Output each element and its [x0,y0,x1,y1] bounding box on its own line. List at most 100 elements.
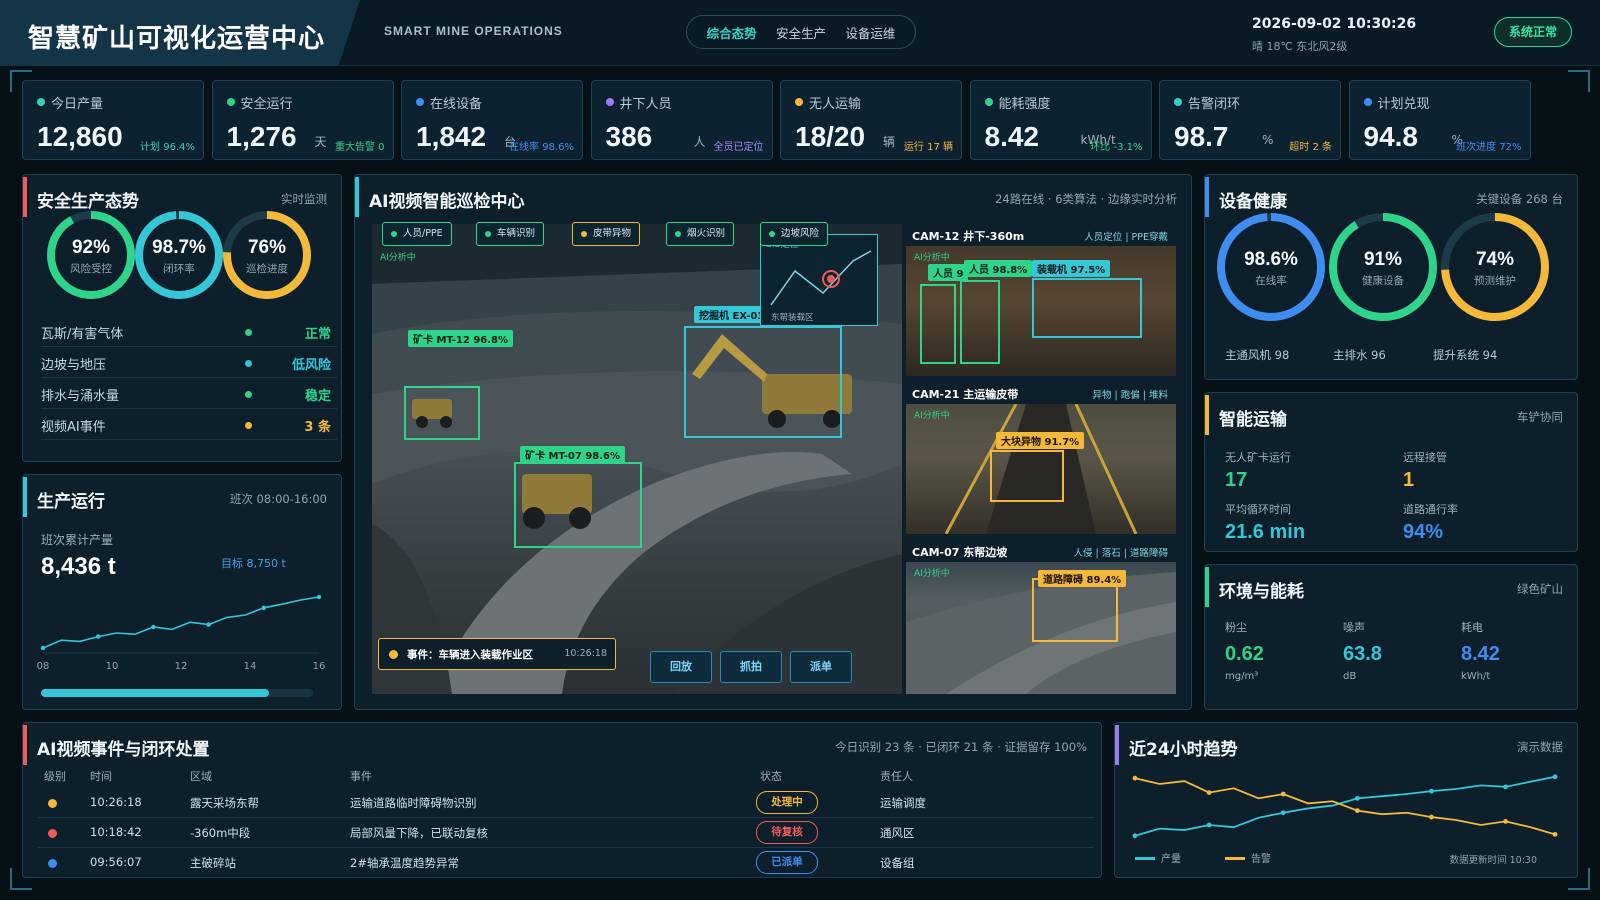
panel-note: 演示数据 [1517,740,1563,754]
kpi-card[interactable]: 计划兑现 94.8% 班次进度 72% [1348,80,1531,160]
status-row: 视频AI事件 3 条 [41,410,337,440]
filter-chip[interactable]: 人员/PPE [382,222,452,246]
legend-label: 产量 [1161,854,1181,865]
detection-tag: 道路障碍 89.4% [1038,570,1127,587]
filter-dot [769,231,775,237]
panel-note: 实时监测 [281,192,327,206]
env-metric-value: 0.62 [1225,643,1264,665]
status-name: 瓦斯/有害气体 [41,327,124,342]
tab-equipment[interactable]: 设备运维 [845,23,895,42]
table-row[interactable]: 09:56:07 主破碎站 2#轴承温度趋势异常 已派单 设备组 [38,848,1094,878]
event-area: -360m中段 [190,826,251,840]
status-row: 排水与涌水量 稳定 [41,379,337,409]
filter-chip[interactable]: 车辆识别 [476,222,545,246]
kpi-card[interactable]: 能耗强度 8.42 kWh/t 环比 -3.1% [969,80,1152,160]
camera-cam21[interactable]: CAM-21 主运输皮带 异物 | 跑偏 | 堆料 大块异物 91.7% AI分… [906,382,1176,534]
system-status-button[interactable]: 系统正常 [1494,17,1572,47]
target-value: 目标 8,750 t [221,557,286,570]
table-header: 事件 [350,770,372,783]
panel-accent [1205,567,1209,607]
alarm-point [1354,808,1360,813]
table-header: 级别 [44,770,66,783]
detection-box [514,462,642,548]
kpi-value: 94.8 [1363,121,1419,152]
replay-button[interactable]: 回放 [650,651,712,683]
table-row[interactable]: 10:26:18 露天采场东帮 运输道路临时障碍物识别 处理中 运输调度 [38,788,1094,818]
trend-panel: 近24小时趋势 演示数据 产量 告警 数据更新时间 10:30 [1114,722,1578,878]
panel-title: 近24小时趋势 [1129,740,1238,760]
metric-value: 17 [1225,469,1248,491]
environment-panel: 环境与能耗 绿色矿山 粉尘 0.62 mg/m³ 噪声 63.8 dB 耗电 8.42 kWh/… [1204,564,1578,710]
filter-chip[interactable]: 烟火识别 [666,222,735,246]
production-point [261,605,266,610]
detection-box [1032,278,1142,338]
detection-box [920,284,956,364]
filter-dot [581,231,587,237]
metric-value: 94% [1403,521,1444,543]
status-badge[interactable]: 待复核 [756,821,818,844]
kpi-label: 今日产量 [51,97,104,112]
cam-note: 异物 | 跑偏 | 堆料 [1092,390,1168,401]
status-row: 瓦斯/有害气体 正常 [41,317,337,347]
frame-corner [1568,70,1590,92]
gis-minimap[interactable]: GIS定位 东帮装载区 [760,234,878,326]
main-camera-view[interactable]: 矿卡 MT-12 96.8% 挖掘机 EX-03 矿卡 MT-07 98.6% … [372,224,902,694]
tab-safety[interactable]: 安全生产 [776,23,826,42]
ring-label: 91% 健康设备 [1335,249,1431,288]
panel-title: 智能运输 [1219,410,1287,430]
legend-label: 告警 [1251,854,1271,865]
kpi-card[interactable]: 今日产量 12,860 计划 96.4% [22,80,204,160]
production-point [40,645,46,651]
legend-swatch [1225,857,1245,860]
kpi-unit: 人 [693,135,706,149]
camera-cam07[interactable]: CAM-07 东帮边坡 人侵 | 落石 | 道路障碍 道路障碍 89.4% AI… [906,540,1176,694]
detection-box [990,450,1064,502]
ring-percent: 98.7% [152,237,206,258]
nav-tabs: 综合态势 安全生产 设备运维 [686,15,916,49]
dispatch-button[interactable]: 派单 [790,651,852,683]
output-point [1354,795,1360,801]
panel-accent [1205,177,1209,217]
ai-status-label: AI分析中 [380,253,416,263]
event-alert[interactable]: 事件：车辆进入装载作业区 10:26:18 [378,638,616,670]
detection-tag: 挖掘机 EX-03 [694,306,770,323]
tab-overview[interactable]: 综合态势 [707,23,757,42]
ring-label: 98.7% 闭环率 [131,237,227,276]
production-trend-chart: 08 10 12 14 16 [37,594,326,672]
ring-caption: 预测维护 [1474,275,1516,287]
filter-chip[interactable]: 皮带异物 [572,222,641,246]
filter-label: 烟火识别 [687,228,726,239]
alarm-point [1132,775,1138,781]
event-desc: 运输道路临时障碍物识别 [350,796,477,810]
cam-note: 人侵 | 落石 | 道路障碍 [1073,548,1168,559]
kpi-value: 12,860 [37,121,123,152]
alarm-point [1206,790,1212,795]
kpi-card[interactable]: 井下人员 386 人全员已定位 [590,80,773,160]
kpi-note: 全员已定位 [713,142,764,153]
status-badge[interactable]: 已派单 [756,851,818,874]
update-time: 数据更新时间 10:30 [1449,855,1537,866]
table-header: 时间 [90,770,112,783]
kpi-card[interactable]: 无人运输 18/20 辆运行 17 辆 [780,80,962,160]
kpi-note: 计划 96.4% [140,142,195,153]
kpi-unit: 辆 [883,135,896,149]
datetime: 2026-09-02 10:30:26 [1252,16,1417,32]
kpi-card[interactable]: 在线设备 1,842 台在线率 98.6% [401,80,583,160]
camera-cam12[interactable]: CAM-12 井下-360m 人员定位 | PPE穿戴 人员 98.8% 装载机… [906,224,1176,376]
kpi-card[interactable]: 告警闭环 98.7% 超时 2 条 [1159,80,1341,160]
status-row: 边坡与地压 低风险 [41,348,337,378]
snapshot-button[interactable]: 抓拍 [720,651,782,683]
detection-tag: 装载机 97.5% [1032,260,1111,277]
metric-label: 远程接管 [1403,451,1447,464]
output-point [1503,784,1508,790]
filter-label: 车辆识别 [497,228,536,239]
panel-accent [23,477,27,517]
table-row[interactable]: 10:18:42 -360m中段 局部风量下降，已联动复核 待复核 通风区 [38,818,1094,848]
kpi-unit: 天 [314,135,327,149]
status-badge[interactable]: 处理中 [756,791,818,814]
level-dot [48,859,57,868]
kpi-card[interactable]: 安全运行 1,276 天重大告警 0 [211,80,394,160]
table-header: 区域 [190,770,212,783]
filter-chip[interactable]: 边坡风险 [760,222,829,246]
x-tick-label: 16 [313,661,326,672]
